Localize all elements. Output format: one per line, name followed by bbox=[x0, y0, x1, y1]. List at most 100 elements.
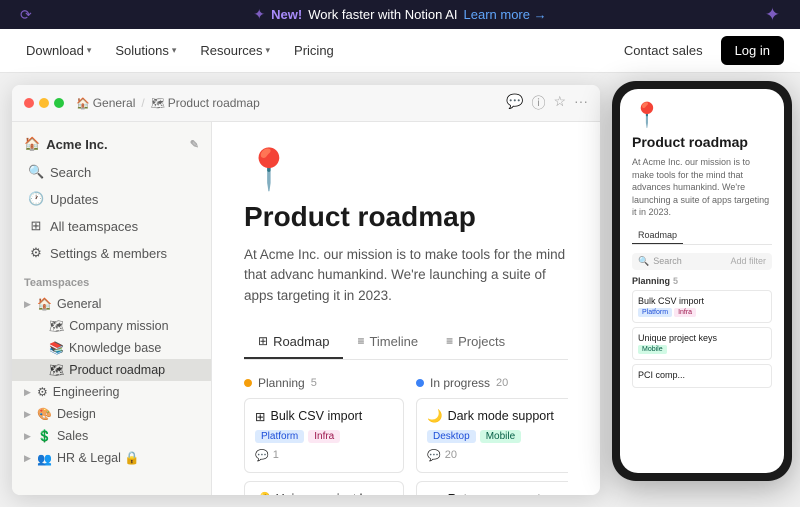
close-button[interactable] bbox=[24, 98, 34, 108]
tag-infra: Infra bbox=[308, 430, 340, 443]
card-unique-keys[interactable]: 🔑 Unique project keys Mobile bbox=[244, 481, 404, 495]
phone-search-placeholder: Search bbox=[653, 256, 682, 266]
tab-timeline[interactable]: ≡ Timeline bbox=[343, 326, 432, 359]
card-tags: Platform Infra bbox=[255, 430, 393, 443]
palette-icon: 🎨 bbox=[37, 407, 52, 421]
sidebar-settings[interactable]: ⚙ Settings & members bbox=[16, 240, 207, 266]
people-icon: 👥 bbox=[37, 452, 52, 466]
card-title: ⭐ Rate app prompt modal bbox=[427, 492, 568, 495]
workspace-selector[interactable]: 🏠 Acme Inc. ✎ bbox=[12, 130, 211, 158]
sidebar-item-engineering[interactable]: ▶ ⚙ Engineering bbox=[12, 381, 211, 403]
right-decoration-icon: ✦ bbox=[765, 4, 780, 25]
comment-icon: 💬 bbox=[255, 449, 269, 462]
tab-projects[interactable]: ≡ Projects bbox=[432, 326, 519, 359]
login-button[interactable]: Log in bbox=[721, 36, 784, 65]
settings-icon: ⚙ bbox=[28, 245, 44, 261]
sidebar-item-knowledge-base[interactable]: 📚 Knowledge base bbox=[12, 337, 211, 359]
chevron-down-icon: ▾ bbox=[87, 45, 92, 56]
sidebar-item-hr-legal[interactable]: ▶ 👥 HR & Legal 🔒 bbox=[12, 447, 211, 470]
nav-download-label: Download bbox=[26, 43, 84, 58]
phone-tag: Mobile bbox=[638, 345, 667, 354]
phone-card-2[interactable]: Unique project keys Mobile bbox=[632, 327, 772, 360]
star-icon[interactable]: ☆ bbox=[553, 93, 566, 113]
card-title: ⊞ Bulk CSV import bbox=[255, 409, 393, 424]
chevron-down-icon: ▾ bbox=[172, 45, 177, 56]
phone-search-bar: 🔍 Search Add filter bbox=[632, 253, 772, 270]
card-rate-modal[interactable]: ⭐ Rate app prompt modal 💬 11 bbox=[416, 481, 568, 495]
breadcrumb-separator: / bbox=[141, 96, 144, 110]
card-bulk-csv[interactable]: ⊞ Bulk CSV import Platform Infra 💬 1 bbox=[244, 398, 404, 473]
map-icon: 🗺 bbox=[49, 363, 64, 377]
breadcrumb-page[interactable]: 🗺 Product roadmap bbox=[151, 96, 260, 110]
phone-card-tags: Platform Infra bbox=[638, 308, 766, 317]
page-content-area: 📍 Product roadmap At Acme Inc. our missi… bbox=[212, 122, 600, 495]
contact-sales-button[interactable]: Contact sales bbox=[614, 37, 713, 64]
maximize-button[interactable] bbox=[54, 98, 64, 108]
inprogress-dot bbox=[416, 379, 424, 387]
workspace-icon: 🏠 bbox=[24, 136, 40, 152]
tag-desktop: Desktop bbox=[427, 430, 476, 443]
nav-solutions-label: Solutions bbox=[115, 43, 168, 58]
list-icon: ≡ bbox=[446, 334, 453, 348]
sidebar-updates[interactable]: 🕐 Updates bbox=[16, 186, 207, 212]
page-description: At Acme Inc. our mission is to make tool… bbox=[244, 245, 568, 306]
phone-card-3[interactable]: PCI comp... bbox=[632, 364, 772, 388]
phone-screen: 📍 Product roadmap At Acme Inc. our missi… bbox=[620, 89, 784, 473]
nav-item-download[interactable]: Download ▾ bbox=[16, 37, 101, 64]
book-icon: 📚 bbox=[49, 341, 64, 355]
column-header-inprogress: In progress 20 bbox=[416, 376, 568, 390]
nav-item-resources[interactable]: Resources ▾ bbox=[190, 37, 280, 64]
phone-card-title: Unique project keys bbox=[638, 333, 766, 343]
sidebar-teamspaces[interactable]: ⊞ All teamspaces bbox=[16, 213, 207, 239]
breadcrumb-general[interactable]: 🏠 General bbox=[76, 96, 135, 110]
board-area: Planning 5 ⊞ Bulk CSV import Platform bbox=[244, 376, 568, 495]
home-icon: 🏠 bbox=[37, 297, 52, 311]
moon-icon: 🌙 bbox=[427, 409, 443, 424]
toggle-icon: ▶ bbox=[24, 387, 34, 398]
sidebar-item-product-roadmap[interactable]: 🗺 Product roadmap bbox=[12, 359, 211, 381]
sidebar-item-company-mission[interactable]: 🗺 Company mission bbox=[12, 315, 211, 337]
phone-tab-roadmap[interactable]: Roadmap bbox=[632, 227, 683, 244]
card-tags: Desktop Mobile bbox=[427, 430, 568, 443]
planning-dot bbox=[244, 379, 252, 387]
comment-icon[interactable]: 💬 bbox=[506, 93, 523, 113]
phone-tab-bar: Roadmap bbox=[632, 227, 772, 245]
sidebar-item-sales[interactable]: ▶ 💲 Sales bbox=[12, 425, 211, 447]
info-icon[interactable]: ⓘ bbox=[531, 93, 545, 113]
sidebar-item-general[interactable]: ▶ 🏠 General bbox=[12, 293, 211, 315]
planning-count: 5 bbox=[311, 377, 317, 389]
minimize-button[interactable] bbox=[39, 98, 49, 108]
home-icon: 🏠 bbox=[76, 97, 90, 110]
comment-icon: 💬 bbox=[427, 449, 441, 462]
page-title: Product roadmap bbox=[244, 201, 568, 233]
teamspaces-section-label: Teamspaces bbox=[12, 267, 211, 293]
card-dark-mode[interactable]: 🌙 Dark mode support Desktop Mobile 💬 20 bbox=[416, 398, 568, 473]
tab-roadmap[interactable]: ⊞ Roadmap bbox=[244, 326, 343, 359]
phone-page-title: Product roadmap bbox=[632, 134, 772, 150]
column-planning: Planning 5 ⊞ Bulk CSV import Platform bbox=[244, 376, 404, 495]
left-decoration-icon: ⟳ bbox=[20, 6, 32, 23]
sidebar-search[interactable]: 🔍 Search bbox=[16, 159, 207, 185]
sidebar: 🏠 Acme Inc. ✎ 🔍 Search 🕐 Updates ⊞ All t… bbox=[12, 122, 212, 495]
card-title: 🔑 Unique project keys bbox=[255, 492, 393, 495]
breadcrumb-page-label: Product roadmap bbox=[168, 96, 260, 110]
phone-tag: Infra bbox=[674, 308, 696, 317]
planning-label: Planning bbox=[258, 376, 305, 390]
breadcrumb: 🏠 General / 🗺 Product roadmap bbox=[76, 96, 260, 110]
tag-platform: Platform bbox=[255, 430, 304, 443]
more-icon[interactable]: ··· bbox=[574, 93, 588, 113]
nav-item-pricing[interactable]: Pricing bbox=[284, 37, 344, 64]
nav-item-solutions[interactable]: Solutions ▾ bbox=[105, 37, 186, 64]
column-header-planning: Planning 5 bbox=[244, 376, 404, 390]
phone-card-1[interactable]: Bulk CSV import Platform Infra bbox=[632, 290, 772, 323]
learn-more-link[interactable]: Learn more → bbox=[464, 7, 547, 22]
add-filter-label: Add filter bbox=[730, 256, 766, 266]
edit-icon: ✎ bbox=[190, 138, 199, 151]
nav-resources-label: Resources bbox=[200, 43, 262, 58]
sidebar-item-design[interactable]: ▶ 🎨 Design bbox=[12, 403, 211, 425]
toggle-icon: ▶ bbox=[24, 409, 34, 420]
table-icon: ⊞ bbox=[255, 409, 265, 424]
card-meta: 💬 1 bbox=[255, 449, 393, 462]
toggle-icon: ▶ bbox=[24, 299, 34, 310]
gear-icon: ⚙ bbox=[37, 385, 48, 399]
